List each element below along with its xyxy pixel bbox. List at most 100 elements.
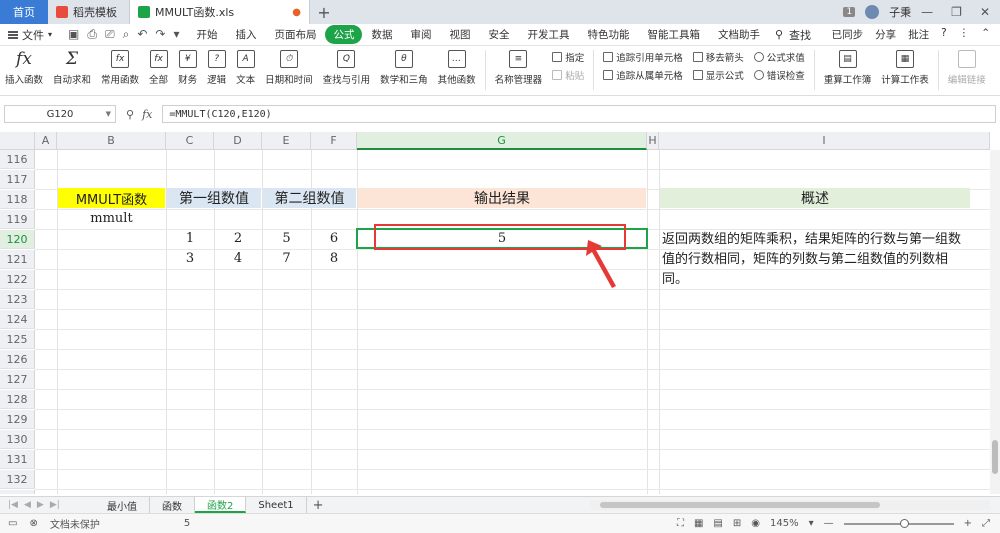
row-header-126[interactable]: 126: [0, 350, 35, 369]
page-layout-icon[interactable]: ▤: [713, 518, 722, 529]
zoom-in-icon[interactable]: +: [964, 518, 972, 529]
sheet-tab-1[interactable]: 函数: [150, 497, 195, 513]
cell-f120[interactable]: 6: [311, 229, 357, 248]
search-icon[interactable]: ⚲: [769, 28, 789, 41]
help-icon[interactable]: ?: [941, 27, 947, 42]
paste-button[interactable]: 粘贴: [552, 68, 584, 82]
column-header-g[interactable]: G: [357, 132, 647, 150]
ribbon-button-0[interactable]: fx 插入函数: [0, 49, 48, 86]
undo-icon[interactable]: ↶: [137, 27, 147, 42]
comment-button[interactable]: 批注: [908, 27, 929, 42]
menu-item-3[interactable]: 公式: [325, 25, 363, 44]
evaluate-formula-button[interactable]: 公式求值: [753, 50, 805, 64]
row-header-132[interactable]: 132: [0, 470, 35, 489]
more-icon[interactable]: ▾: [173, 27, 179, 42]
row-header-133[interactable]: 133: [0, 490, 35, 494]
menu-item-9[interactable]: 特色功能: [578, 25, 638, 44]
ribbon-button-2[interactable]: fx 常用函数: [96, 50, 144, 86]
sync-button[interactable]: 已同步: [832, 27, 864, 42]
column-header-e[interactable]: E: [262, 132, 311, 150]
zoom-out-icon[interactable]: —: [824, 518, 834, 529]
specify-button[interactable]: 指定: [552, 50, 584, 64]
ribbon-button-4[interactable]: ¥ 财务: [173, 50, 202, 86]
cell-i120-description[interactable]: 返回两数组的矩阵乘积，结果矩阵的行数与第一组数值的行数相同，矩阵的列数与第二组数…: [662, 230, 972, 290]
zoom-formula-icon[interactable]: ⚲: [126, 108, 134, 121]
row-header-120[interactable]: 120: [0, 230, 35, 249]
eye-protection-icon[interactable]: ◉: [751, 518, 760, 529]
cell-c120[interactable]: 1: [166, 229, 214, 248]
row-header-128[interactable]: 128: [0, 390, 35, 409]
column-header-d[interactable]: D: [214, 132, 262, 150]
zoom-slider-knob[interactable]: [899, 518, 909, 528]
add-sheet-button[interactable]: +: [307, 498, 330, 513]
tab-home[interactable]: 首页: [0, 0, 48, 24]
zoom-dropdown-icon[interactable]: ▾: [809, 518, 814, 529]
last-sheet-icon[interactable]: ▶|: [50, 500, 60, 510]
window-count-badge[interactable]: 1: [843, 7, 856, 17]
trace-precedents-button[interactable]: 追踪引用单元格: [603, 50, 683, 64]
row-header-121[interactable]: 121: [0, 250, 35, 269]
select-all-corner[interactable]: [0, 132, 35, 150]
zoom-level[interactable]: 145%: [770, 518, 799, 529]
export-icon[interactable]: ⎙: [87, 27, 97, 42]
cell-cd118-first-array[interactable]: 第一组数值: [167, 188, 261, 208]
collapse-ribbon-icon[interactable]: ⌃: [981, 27, 990, 42]
vertical-scrollbar[interactable]: [990, 150, 1000, 494]
cell-b118-title[interactable]: MMULT函数: [58, 188, 165, 208]
sheet-tab-3[interactable]: Sheet1: [246, 497, 307, 513]
column-header-f[interactable]: F: [311, 132, 357, 150]
column-header-b[interactable]: B: [57, 132, 166, 150]
ribbon-button-10[interactable]: … 其他函数: [433, 50, 481, 86]
search-label[interactable]: 查找: [789, 27, 811, 43]
ribbon-button-5[interactable]: ? 逻辑: [202, 50, 231, 86]
column-header-a[interactable]: A: [35, 132, 57, 150]
formula-input[interactable]: =MMULT(C120,E120): [162, 105, 996, 123]
redo-icon[interactable]: ↷: [155, 27, 165, 42]
menu-item-6[interactable]: 视图: [440, 25, 479, 44]
column-header-i[interactable]: I: [659, 132, 990, 150]
name-box[interactable]: G120 ▼: [4, 105, 116, 123]
name-manager-button[interactable]: ≡ 名称管理器: [490, 50, 548, 86]
cell-e120[interactable]: 5: [262, 229, 311, 248]
ribbon-button-3[interactable]: fx 全部: [144, 50, 173, 86]
calc-sheet-button[interactable]: ▦ 计算工作表: [876, 50, 934, 86]
preview-icon[interactable]: ⌕: [123, 27, 130, 42]
row-header-123[interactable]: 123: [0, 290, 35, 309]
print-icon[interactable]: ⎚: [105, 27, 115, 42]
ribbon-button-7[interactable]: ⏱ 日期和时间: [260, 50, 318, 86]
restore-icon[interactable]: ❐: [951, 5, 962, 19]
row-header-117[interactable]: 117: [0, 170, 35, 189]
sheet-tab-0[interactable]: 最小值: [95, 497, 150, 513]
ribbon-button-1[interactable]: Σ 自动求和: [48, 49, 96, 86]
trace-dependents-button[interactable]: 追踪从属单元格: [603, 68, 683, 82]
file-menu[interactable]: 文件 ▾: [0, 27, 60, 43]
cell-e121[interactable]: 7: [262, 249, 311, 268]
cell-g118-output[interactable]: 输出结果: [358, 188, 646, 208]
user-name[interactable]: 子秉: [889, 4, 911, 20]
row-header-129[interactable]: 129: [0, 410, 35, 429]
cell-c121[interactable]: 3: [166, 249, 214, 268]
share-button[interactable]: 分享: [875, 27, 896, 42]
row-header-125[interactable]: 125: [0, 330, 35, 349]
close-icon[interactable]: ✕: [980, 5, 990, 19]
horizontal-scroll-thumb[interactable]: [600, 502, 880, 508]
recalc-workbook-button[interactable]: ▤ 重算工作簿: [819, 50, 877, 86]
expand-icon[interactable]: ⤢: [982, 518, 990, 529]
tab-document[interactable]: MMULT函数.xls ●: [130, 0, 310, 24]
menu-item-4[interactable]: 数据: [362, 25, 401, 44]
error-check-button[interactable]: 错误检查: [753, 68, 805, 82]
row-header-119[interactable]: 119: [0, 210, 35, 229]
function-icon[interactable]: fx: [142, 108, 152, 121]
ribbon-button-8[interactable]: Q 查找与引用: [318, 50, 376, 86]
remove-arrows-button[interactable]: 移去箭头: [692, 50, 744, 64]
horizontal-scrollbar[interactable]: [590, 500, 990, 510]
protect-status[interactable]: 文档未保护: [50, 516, 100, 531]
row-header-116[interactable]: 116: [0, 150, 35, 169]
cell-i118-overview[interactable]: 概述: [660, 188, 970, 208]
sheet-tab-2[interactable]: 函数2: [195, 497, 247, 513]
vertical-scroll-thumb[interactable]: [992, 440, 998, 474]
fullscreen-icon[interactable]: ⛶: [677, 518, 684, 529]
column-header-h[interactable]: H: [647, 132, 659, 150]
spreadsheet-grid[interactable]: A B C D E F G H I 116 117 118 119 120 121 122 1…: [0, 132, 1000, 494]
row-header-122[interactable]: 122: [0, 270, 35, 289]
